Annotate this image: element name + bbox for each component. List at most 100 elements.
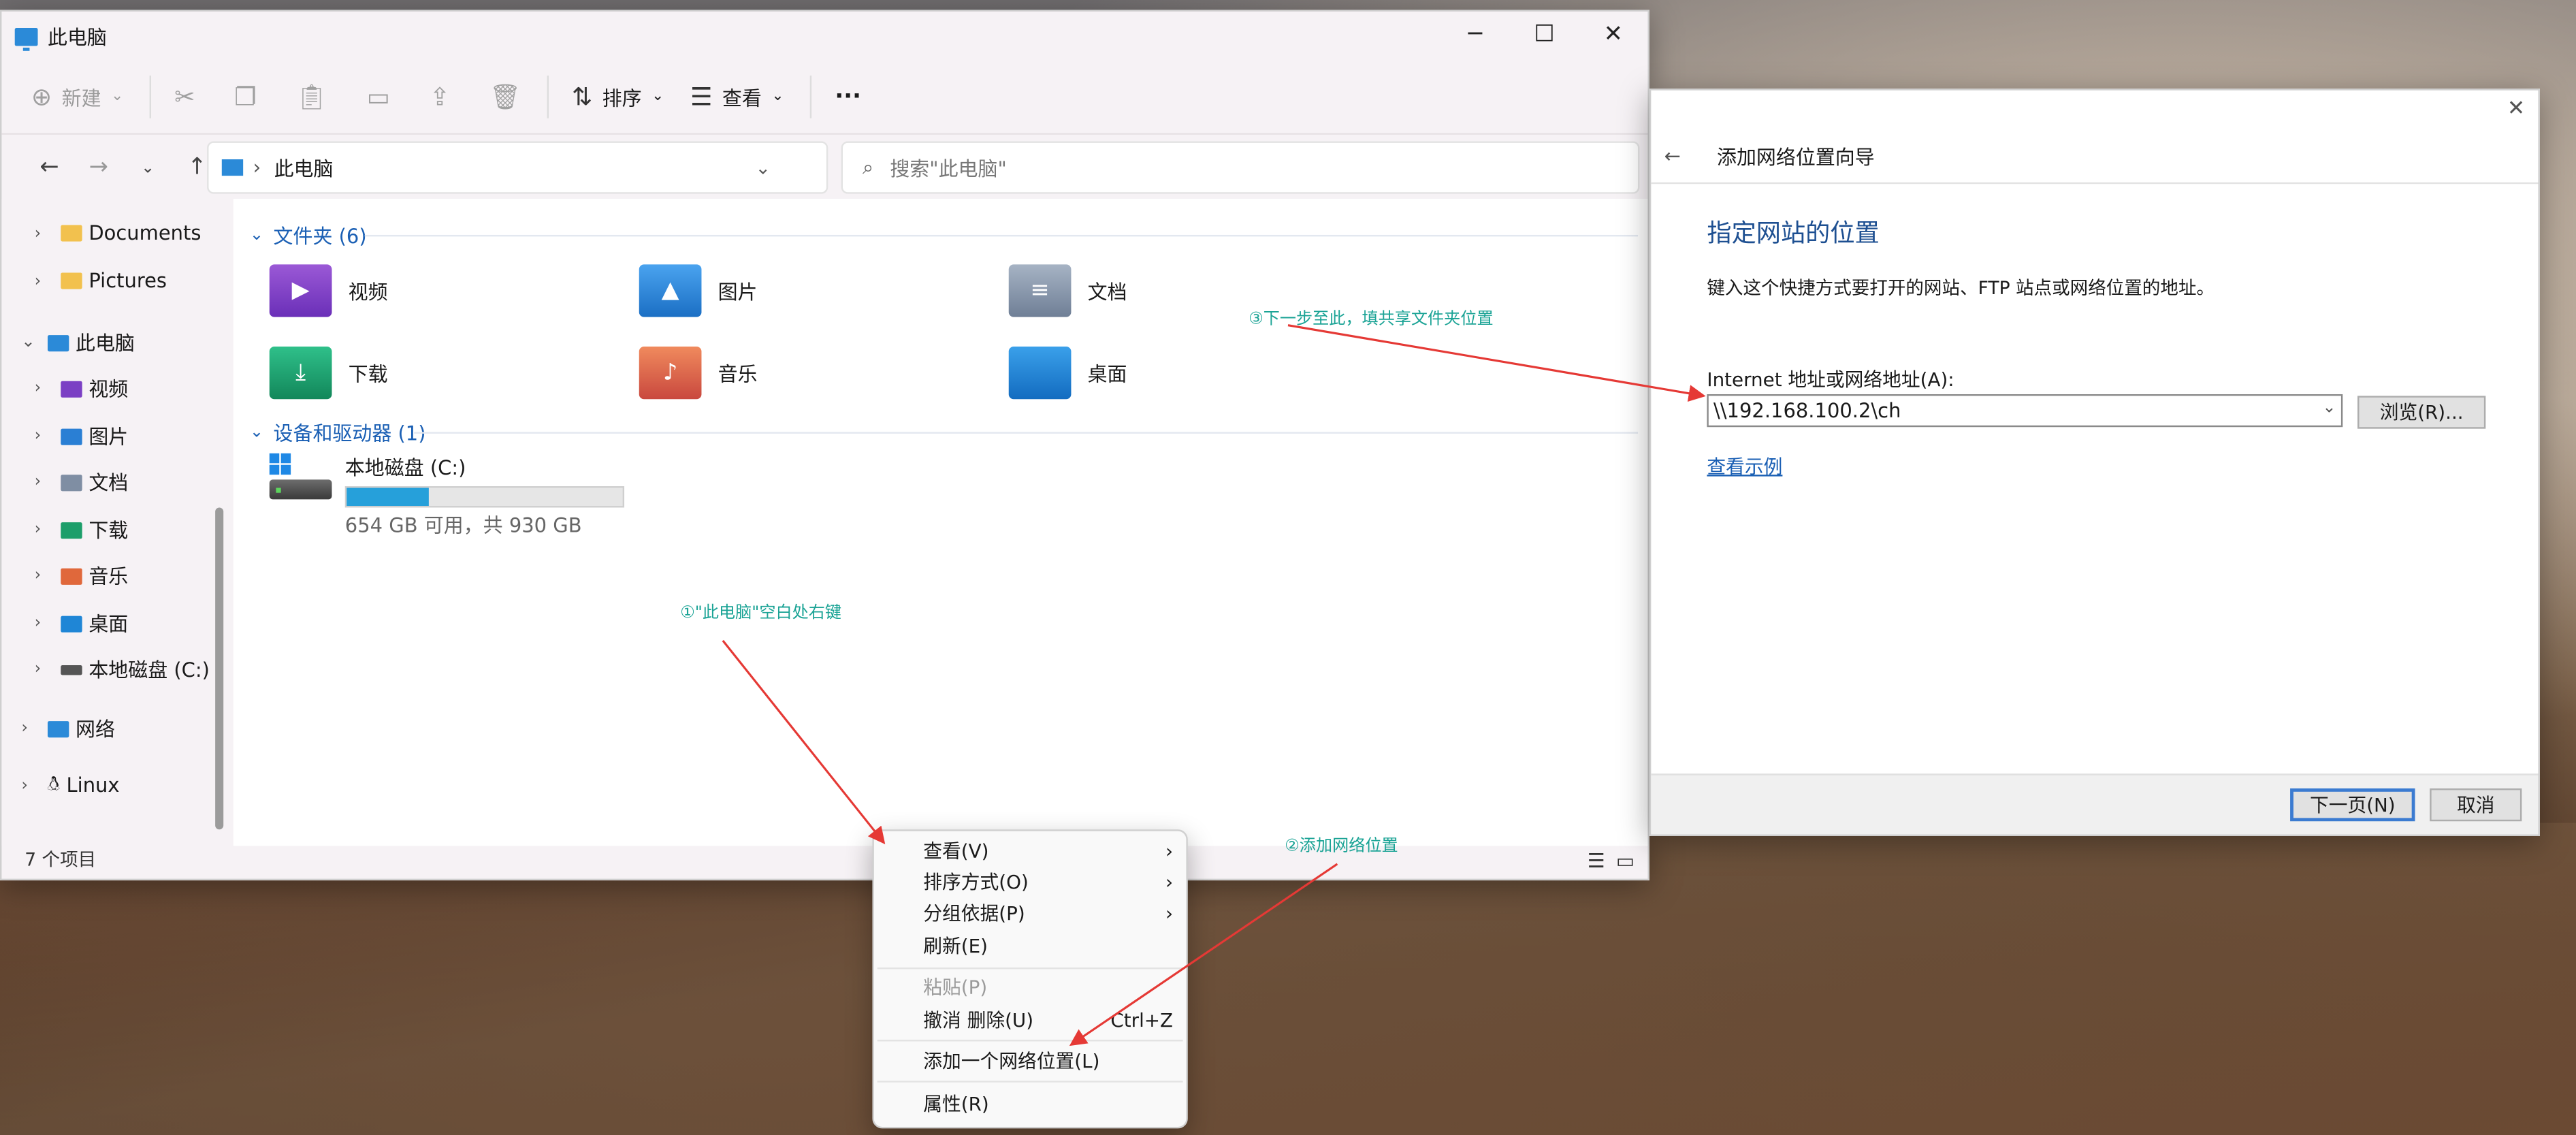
back-arrow-icon[interactable]: ←	[25, 155, 74, 181]
folder-videos[interactable]: ▶ 视频	[269, 264, 388, 317]
search-placeholder: 搜索"此电脑"	[890, 157, 1007, 180]
paste-icon[interactable]: 📋︎	[296, 82, 327, 112]
details-view-icon[interactable]: ☰	[1588, 849, 1605, 872]
wizard-title: 添加网络位置向导	[1717, 145, 1875, 169]
sidebar-item-pictures[interactable]: › Pictures	[35, 270, 167, 293]
sidebar-item-documents-cn[interactable]: › 文档	[35, 468, 129, 496]
folder-pictures[interactable]: ▲ 图片	[639, 264, 758, 317]
drive-icon	[269, 453, 332, 502]
forward-arrow-icon[interactable]: →	[74, 155, 123, 181]
copy-icon[interactable]: ❐	[234, 82, 256, 112]
close-icon[interactable]: ✕	[2507, 97, 2525, 121]
navigation-pane: › Documents › Pictures ⌄ 此电脑 › 视频 › 图片 ›…	[1, 198, 229, 846]
chevron-right-icon[interactable]: ›	[35, 614, 54, 633]
minimize-button[interactable]: ─	[1440, 12, 1509, 58]
sidebar-item-desktop[interactable]: › 桌面	[35, 609, 129, 637]
sidebar-item-music[interactable]: › 音乐	[35, 562, 129, 590]
chevron-right-icon[interactable]: ›	[35, 379, 54, 398]
cut-icon[interactable]: ✂	[174, 82, 195, 112]
view-label: 查看	[722, 86, 762, 110]
sidebar-item-label: 视频	[88, 377, 129, 401]
downloads-folder-icon: ⤓	[269, 347, 332, 400]
tiles-view-icon[interactable]: ▭	[1616, 849, 1635, 872]
content-pane[interactable]: ⌄ 文件夹 (6) ▶ 视频 ▲ 图片 ≡ 文档 ⤓ 下载 ♪ 音乐 桌面 ⌄ …	[233, 198, 1648, 846]
menu-item-shortcut: Ctrl+Z	[1110, 1008, 1174, 1032]
chevron-down-icon[interactable]: ⌄	[756, 157, 771, 178]
sidebar-item-linux[interactable]: › 🐧︎ Linux	[21, 772, 119, 799]
breadcrumb[interactable]: 此电脑	[274, 154, 334, 182]
close-button[interactable]: ✕	[1579, 12, 1647, 58]
cancel-button[interactable]: 取消	[2430, 788, 2522, 822]
computer-icon	[14, 27, 38, 50]
pictures-folder-icon	[61, 428, 82, 445]
desktop-folder-icon	[61, 615, 82, 632]
chevron-down-icon[interactable]: ⌄	[21, 334, 41, 352]
sort-label: 排序	[602, 86, 642, 110]
rename-icon[interactable]: ▭	[367, 82, 390, 112]
menu-item-sort-by[interactable]: 排序方式(O) ›	[923, 867, 1173, 897]
chevron-right-icon[interactable]: ›	[35, 521, 54, 539]
folder-documents[interactable]: ≡ 文档	[1008, 264, 1127, 317]
delete-icon[interactable]: 🗑︎	[489, 82, 521, 112]
sidebar-item-label: 本地磁盘 (C:)	[88, 658, 210, 682]
menu-item-undo-delete[interactable]: 撤消 删除(U) Ctrl+Z	[923, 1005, 1173, 1034]
menu-item-view[interactable]: 查看(V) ›	[923, 836, 1173, 865]
menu-item-refresh[interactable]: 刷新(E)	[923, 931, 1173, 961]
recent-chevron-icon[interactable]: ⌄	[123, 159, 172, 177]
chevron-right-icon[interactable]: ›	[35, 224, 54, 242]
view-list-icon: ☰	[690, 82, 713, 112]
penguin-icon: 🐧︎	[47, 771, 60, 795]
chevron-right-icon: ›	[1165, 839, 1174, 863]
sidebar-item-pictures-cn[interactable]: › 图片	[35, 422, 129, 450]
drive-local-c[interactable]: 本地磁盘 (C:) 654 GB 可用，共 930 GB	[269, 453, 625, 539]
sidebar-item-documents[interactable]: › Documents	[35, 222, 202, 245]
sidebar-item-label: Pictures	[88, 269, 167, 293]
chevron-right-icon[interactable]: ›	[35, 272, 54, 290]
sidebar-item-this-pc[interactable]: ⌄ 此电脑	[21, 328, 135, 356]
chevron-right-icon[interactable]: ›	[35, 566, 54, 585]
folder-icon	[61, 272, 82, 289]
network-address-input[interactable]: \\192.168.100.2\ch ⌄	[1707, 394, 2343, 428]
view-button[interactable]: ☰ 查看 ⌄	[690, 82, 784, 112]
folder-icon	[61, 225, 82, 242]
sidebar-item-downloads[interactable]: › 下载	[35, 516, 129, 544]
share-icon[interactable]: ⇪	[430, 82, 450, 112]
next-button[interactable]: 下一页(N)	[2290, 788, 2415, 822]
video-folder-icon	[61, 380, 82, 397]
back-arrow-icon[interactable]: ←	[1664, 144, 1681, 167]
new-button[interactable]: ⊕ 新建 ⌄	[31, 82, 123, 112]
drive-usage-bar	[344, 486, 625, 508]
maximize-button[interactable]: ☐	[1510, 12, 1579, 58]
address-bar[interactable]: › 此电脑 ⌄ ↻	[207, 141, 863, 194]
chevron-right-icon[interactable]: ›	[35, 427, 54, 445]
drives-section-header[interactable]: ⌄ 设备和驱动器 (1)	[250, 419, 426, 447]
chevron-right-icon[interactable]: ›	[21, 776, 41, 795]
chevron-right-icon[interactable]: ›	[35, 473, 54, 492]
menu-item-properties[interactable]: 属性(R)	[923, 1089, 1173, 1118]
sidebar-item-network[interactable]: › 网络	[21, 714, 115, 742]
folder-downloads[interactable]: ⤓ 下载	[269, 347, 388, 400]
chevron-down-icon[interactable]: ⌄	[2322, 399, 2336, 417]
sidebar-item-label: 下载	[88, 519, 129, 543]
sort-button[interactable]: ⇅ 排序 ⌄	[572, 82, 664, 112]
file-explorer-window: 此电脑 ─ ☐ ✕ ⊕ 新建 ⌄ ✂ ❐ 📋︎ ▭ ⇪ 🗑︎ ⇅ 排序 ⌄ ☰ …	[0, 10, 1649, 881]
sidebar-scrollbar[interactable]	[215, 507, 224, 830]
chevron-right-icon[interactable]: ›	[21, 720, 41, 738]
more-options-button[interactable]: ···	[835, 84, 861, 110]
menu-item-label: 属性(R)	[923, 1092, 989, 1116]
sidebar-item-local-disk[interactable]: › 本地磁盘 (C:)	[35, 656, 210, 684]
command-bar: ⊕ 新建 ⌄ ✂ ❐ 📋︎ ▭ ⇪ 🗑︎ ⇅ 排序 ⌄ ☰ 查看 ⌄ ···	[1, 61, 1648, 135]
sidebar-item-label: Documents	[88, 221, 202, 245]
menu-item-group-by[interactable]: 分组依据(P) ›	[923, 899, 1173, 928]
sidebar-item-label: 此电脑	[76, 332, 135, 355]
folder-music[interactable]: ♪ 音乐	[639, 347, 758, 400]
sidebar-item-videos[interactable]: › 视频	[35, 374, 129, 402]
folders-section-header[interactable]: ⌄ 文件夹 (6)	[250, 222, 367, 250]
browse-button[interactable]: 浏览(R)...	[2357, 396, 2486, 429]
menu-item-paste[interactable]: 粘贴(P)	[923, 972, 1173, 1002]
folder-desktop[interactable]: 桌面	[1008, 347, 1127, 400]
search-input[interactable]: ⌕ 搜索"此电脑"	[841, 141, 1640, 194]
view-examples-link[interactable]: 查看示例	[1707, 453, 1782, 480]
chevron-right-icon[interactable]: ›	[35, 660, 54, 679]
menu-item-add-network-location[interactable]: 添加一个网络位置(L)	[923, 1046, 1173, 1076]
